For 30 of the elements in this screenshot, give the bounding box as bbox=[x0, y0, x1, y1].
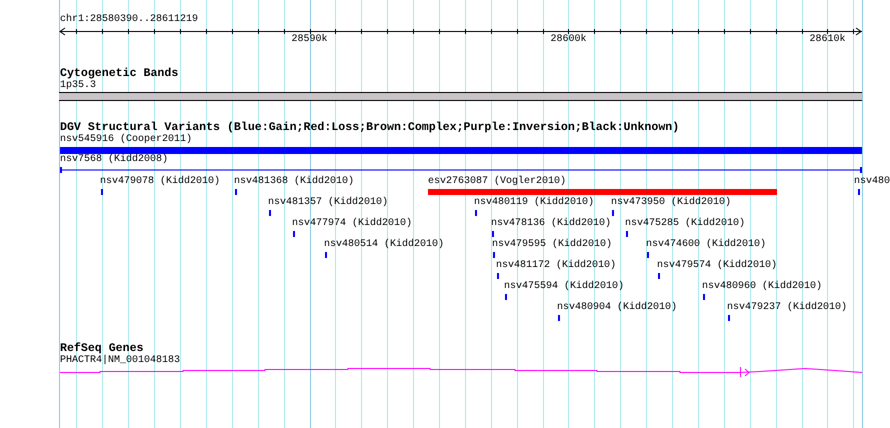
variant-label[interactable]: nsv481357 (Kidd2010) bbox=[268, 197, 388, 209]
variant-label[interactable]: nsv479237 (Kidd2010) bbox=[727, 302, 848, 314]
track-title: RefSeq Genes bbox=[60, 342, 144, 355]
region-label: chr1:28580390..28611219 bbox=[60, 14, 198, 26]
variant-label[interactable]: nsv7568 (Kidd2008) bbox=[60, 154, 168, 166]
scale-tick-label: 28600k bbox=[550, 34, 587, 46]
variant-label[interactable]: nsv480960 (Kidd2010) bbox=[702, 281, 822, 293]
variant-label[interactable]: nsv480514 (Kidd2010) bbox=[324, 239, 444, 251]
variant-label[interactable]: nsv478136 (Kidd2010) bbox=[491, 218, 612, 230]
variant-label[interactable]: nsv474600 (Kidd2010) bbox=[646, 239, 766, 251]
scale-tick-label: 28610k bbox=[810, 34, 846, 46]
variant-label[interactable]: nsv480904 (Kidd2010) bbox=[557, 302, 678, 314]
variant-label[interactable]: nsv481172 (Kidd2010) bbox=[496, 260, 616, 272]
variant-label[interactable]: nsv475594 (Kidd2010) bbox=[504, 281, 624, 293]
track-title: Cytogenetic Bands bbox=[60, 67, 178, 80]
band-label: 1p35.3 bbox=[60, 80, 96, 92]
track-title: DGV Structural Variants (Blue:Gain;Red:Loss;Brown:Complex;Purple:Inversion;Black:Unknown) bbox=[60, 121, 680, 134]
variant-label[interactable]: nsv480119 (Kidd2010) bbox=[474, 197, 594, 209]
variant-label[interactable]: nsv473950 (Kidd2010) bbox=[611, 197, 732, 209]
variant-label[interactable]: nsv481368 (Kidd2010) bbox=[234, 176, 354, 188]
variant-label[interactable]: nsv479574 (Kidd2010) bbox=[657, 260, 778, 272]
variant-label[interactable]: esv2763087 (Vogler2010) bbox=[428, 176, 566, 188]
variant-label[interactable]: nsv480 bbox=[854, 176, 890, 188]
variant-label[interactable]: nsv479078 (Kidd2010) bbox=[100, 176, 220, 188]
scale-tick-label: 28590k bbox=[292, 34, 328, 46]
variant-label[interactable]: nsv479595 (Kidd2010) bbox=[492, 239, 612, 251]
variant-label[interactable]: nsv475285 (Kidd2010) bbox=[625, 218, 746, 230]
gene-label[interactable]: PHACTR4|NM_001048183 bbox=[60, 355, 180, 367]
variant-label[interactable]: nsv477974 (Kidd2010) bbox=[292, 218, 412, 230]
variant-label[interactable]: nsv545916 (Cooper2011) bbox=[60, 134, 192, 146]
